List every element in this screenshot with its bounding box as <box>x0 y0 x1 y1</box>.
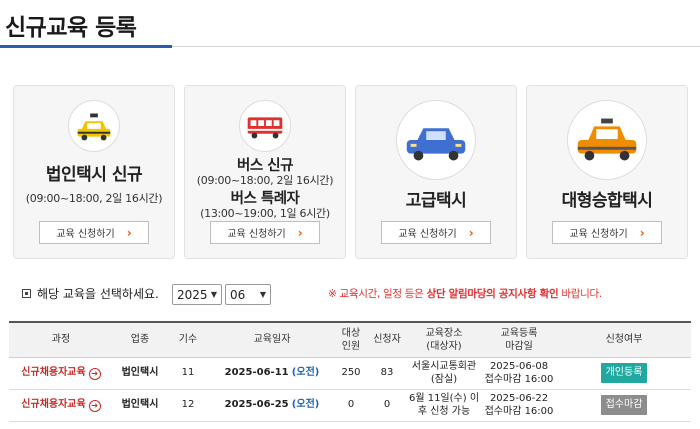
place-cell: 서울시교통회관 (잠실) <box>407 357 481 390</box>
card-title: 고급택시 <box>405 191 467 211</box>
taxi-icon <box>68 100 120 152</box>
title-accent-bar <box>0 45 172 48</box>
year-select[interactable]: 2025 ▼ <box>172 284 222 305</box>
chevron-right-icon: › <box>297 225 303 240</box>
button-label: 교육 신청하기 <box>227 229 286 240</box>
deadline-time: 접수마감 16:00 <box>484 374 554 385</box>
header-course: 과정 <box>9 321 113 358</box>
bus-icon <box>239 100 291 152</box>
place-line1: 서울시교통회관 <box>411 360 477 372</box>
button-label: 교육 신청하기 <box>56 229 115 240</box>
biz-cell: 법인택시 <box>113 389 167 422</box>
card-schedule: (09:00~18:00, 2일 16시간) <box>25 192 163 205</box>
card-bus: 버스 신규 (09:00~18:00, 2일 16시간) 버스 특례자 (13:… <box>184 85 346 259</box>
course-select-label: 해당 교육을 선택하세요. <box>22 285 159 302</box>
header-target-line2: 인원 <box>341 340 361 352</box>
notice-suffix: 바랍니다. <box>558 288 602 300</box>
apply-van-taxi-button[interactable]: 교육 신청하기 › <box>552 221 662 244</box>
register-button[interactable]: 개인등록 <box>600 363 648 383</box>
chevron-right-icon: › <box>639 225 645 240</box>
date-value: 2025-06-25 <box>224 399 289 411</box>
deadline-cell: 2025-06-08 접수마감 16:00 <box>481 357 557 390</box>
arrow-right-circle-icon: ➔ <box>88 400 101 412</box>
course-table: 과정 업종 기수 교육일자 대상 인원 신청자 교육장소 (대상자) 교육등록 마감일… <box>9 321 691 422</box>
header-applicants: 신청자 <box>367 321 407 358</box>
status-cell: 개인등록 <box>557 357 691 390</box>
header-deadline-line1: 교육등록 <box>500 327 538 339</box>
chevron-down-icon: ▼ <box>210 290 217 299</box>
header-deadline: 교육등록 마감일 <box>481 321 557 358</box>
header-place-line1: 교육장소 <box>425 327 463 339</box>
button-label: 교육 신청하기 <box>569 229 628 240</box>
date-cell: 2025-06-11 (오전) <box>209 357 335 390</box>
chevron-right-icon: › <box>126 225 132 240</box>
course-name: 신규채용자교육 <box>21 367 86 378</box>
card-corporate-taxi: 법인택시 신규 (09:00~18:00, 2일 16시간) 교육 신청하기 › <box>13 85 175 259</box>
date-cell: 2025-06-25 (오전) <box>209 389 335 422</box>
van-taxi-icon <box>567 100 647 180</box>
header-session: 기수 <box>167 321 209 358</box>
deadline-date: 2025-06-22 <box>489 392 549 404</box>
deadline-date: 2025-06-08 <box>489 360 549 372</box>
month-select[interactable]: 06 ▼ <box>225 284 271 305</box>
schedule-notice: ※ 교육시간, 일정 등은 상단 알림마당의 공지사항 확인 바랍니다. <box>328 286 602 301</box>
header-date: 교육일자 <box>209 321 335 358</box>
notice-link-text: 상단 알림마당의 공지사항 확인 <box>426 288 559 300</box>
card-title: 법인택시 신규 <box>45 165 143 185</box>
place-cell: 6월 11일(수) 이후 신청 가능 <box>407 389 481 422</box>
month-value: 06 <box>230 287 246 302</box>
header-target-line1: 대상 <box>341 327 361 339</box>
place-line1: 6월 11일(수) 이 <box>408 392 480 404</box>
header-status: 신청여부 <box>557 321 691 358</box>
deadline-cell: 2025-06-22 접수마감 16:00 <box>481 389 557 422</box>
header-biz: 업종 <box>113 321 167 358</box>
card-van-taxi: 대형승합택시 교육 신청하기 › <box>526 85 688 259</box>
apply-premium-taxi-button[interactable]: 교육 신청하기 › <box>381 221 491 244</box>
notice-prefix: ※ 교육시간, 일정 등은 <box>328 288 427 300</box>
table-row: 신규채용자교육 ➔ 법인택시 11 2025-06-11 (오전) 250 83 … <box>9 357 691 390</box>
date-period: (오전) <box>291 399 320 411</box>
year-value: 2025 <box>177 287 208 302</box>
applicants-cell: 83 <box>367 357 407 390</box>
target-cell: 250 <box>335 357 367 390</box>
date-value: 2025-06-11 <box>224 367 289 379</box>
deadline-time: 접수마감 16:00 <box>484 406 554 417</box>
arrow-right-circle-icon: ➔ <box>88 368 101 380</box>
closed-badge: 접수마감 <box>600 395 648 415</box>
card-premium-taxi: 고급택시 교육 신청하기 › <box>355 85 517 259</box>
header-place: 교육장소 (대상자) <box>407 321 481 358</box>
place-line2: (잠실) <box>430 374 458 385</box>
date-period: (오전) <box>291 367 320 379</box>
card-title: 대형승합택시 <box>561 191 653 211</box>
chevron-right-icon: › <box>468 225 474 240</box>
filter-label-text: 해당 교육을 선택하세요. <box>37 287 159 301</box>
premium-taxi-icon <box>396 100 476 180</box>
table-row: 신규채용자교육 ➔ 법인택시 12 2025-06-25 (오전) 0 0 6월 … <box>9 389 691 422</box>
page-title: 신규교육 등록 <box>5 15 137 41</box>
chevron-down-icon: ▼ <box>259 290 266 299</box>
header-deadline-line2: 마감일 <box>505 340 533 352</box>
button-label: 교육 신청하기 <box>398 229 457 240</box>
place-line2: 후 신청 가능 <box>417 406 471 417</box>
course-cell[interactable]: 신규채용자교육 ➔ <box>9 357 113 390</box>
card-schedule: (09:00~18:00, 2일 16시간) <box>196 174 334 187</box>
apply-bus-button[interactable]: 교육 신청하기 › <box>210 221 320 244</box>
bullet-square-icon <box>22 289 31 298</box>
applicants-cell: 0 <box>367 389 407 422</box>
apply-corporate-taxi-button[interactable]: 교육 신청하기 › <box>39 221 149 244</box>
table-header-row: 과정 업종 기수 교육일자 대상 인원 신청자 교육장소 (대상자) 교육등록 마감일… <box>9 321 691 358</box>
session-cell: 12 <box>167 389 209 422</box>
card-sub-schedule: (13:00~19:00, 1일 6시간) <box>200 207 330 220</box>
status-cell: 접수마감 <box>557 389 691 422</box>
target-cell: 0 <box>335 389 367 422</box>
course-cell[interactable]: 신규채용자교육 ➔ <box>9 389 113 422</box>
session-cell: 11 <box>167 357 209 390</box>
course-name: 신규채용자교육 <box>21 399 86 410</box>
header-place-line2: (대상자) <box>426 340 462 352</box>
header-target: 대상 인원 <box>335 321 367 358</box>
biz-cell: 법인택시 <box>113 357 167 390</box>
